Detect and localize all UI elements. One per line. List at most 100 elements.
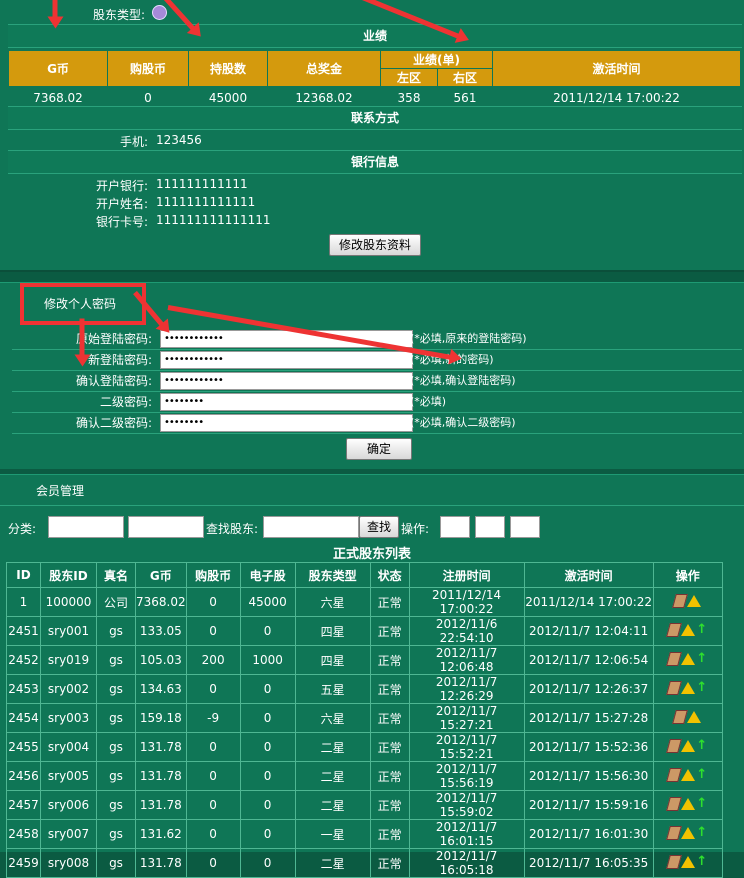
table-cell: gs	[96, 819, 136, 849]
confirm-button[interactable]: 确定	[346, 438, 412, 460]
table-cell: gs	[96, 790, 136, 820]
table-cell: 7368.02	[135, 587, 187, 617]
upgrade-arrow-icon[interactable]: ↑	[696, 855, 707, 868]
new-password-input[interactable]: ••••••••••••	[160, 351, 413, 369]
edit-icon[interactable]	[666, 767, 683, 782]
edit-icon[interactable]	[672, 709, 689, 724]
warning-icon[interactable]	[681, 855, 696, 868]
warning-icon[interactable]	[681, 681, 696, 694]
row-actions	[652, 587, 724, 617]
table-cell: 2012/11/7 15:56:30	[523, 761, 654, 791]
row-actions: ↑	[652, 645, 724, 675]
upgrade-arrow-icon[interactable]: ↑	[696, 681, 707, 694]
table-cell[interactable]: sry019	[40, 645, 97, 675]
edit-icon[interactable]	[666, 680, 683, 695]
warning-icon[interactable]	[687, 594, 702, 607]
category-input-2[interactable]	[128, 516, 204, 538]
edit-icon[interactable]	[666, 622, 683, 637]
table-cell: 公司	[96, 587, 136, 617]
upgrade-arrow-icon[interactable]: ↑	[696, 768, 707, 781]
row-actions: ↑	[652, 761, 724, 791]
table-cell: 2454	[6, 703, 41, 733]
table-cell: 2012/11/7 12:06:54	[523, 645, 654, 675]
profile-panel: 股东类型: 业绩 G币 购股币 持股数 总奖金 业绩(单) 激活时间 左区 右区…	[0, 0, 744, 272]
column-header: ID	[6, 562, 41, 588]
table-cell: 0	[239, 761, 296, 791]
table-row: 2452 sry019 gs 105.03 200 1000 四星 正常 2012/11/7 1…	[6, 645, 724, 675]
operate-label: 操作:	[401, 522, 430, 536]
warning-icon[interactable]	[681, 826, 696, 839]
table-cell: 2012/11/6 22:54:10	[408, 616, 525, 646]
table-cell: 2459	[6, 848, 41, 878]
search-button[interactable]: 查找	[359, 516, 399, 538]
table-cell: 133.05	[135, 616, 187, 646]
edit-icon[interactable]	[666, 854, 683, 869]
member-section-title: 会员管理	[36, 484, 85, 498]
upgrade-arrow-icon[interactable]: ↑	[696, 623, 707, 636]
table-cell[interactable]: sry008	[40, 848, 97, 878]
table-cell: 2012/11/7 15:52:21	[408, 732, 525, 762]
table-cell: 2453	[6, 674, 41, 704]
operate-input-1[interactable]	[440, 516, 470, 538]
bank-name-value: 111111111111	[156, 177, 248, 191]
edit-icon[interactable]	[666, 796, 683, 811]
edit-icon[interactable]	[666, 738, 683, 753]
edit-icon[interactable]	[666, 651, 683, 666]
table-cell[interactable]: sry006	[40, 790, 97, 820]
table-cell: 1	[6, 587, 41, 617]
table-cell: 2012/11/7 16:01:30	[523, 819, 654, 849]
table-cell: 2012/11/7 15:59:16	[523, 790, 654, 820]
category-label: 分类:	[8, 522, 37, 536]
card-number-value: 111111111111111	[156, 213, 271, 227]
warning-icon[interactable]	[681, 652, 696, 665]
search-input[interactable]	[263, 516, 359, 538]
category-input-1[interactable]	[48, 516, 124, 538]
table-cell: 0	[185, 732, 241, 762]
warning-icon[interactable]	[681, 797, 696, 810]
edit-icon[interactable]	[672, 593, 689, 608]
table-cell[interactable]: sry004	[40, 732, 97, 762]
table-cell[interactable]: sry001	[40, 616, 97, 646]
table-cell[interactable]: sry002	[40, 674, 97, 704]
table-cell: gs	[96, 616, 136, 646]
table-cell: 五星	[294, 674, 371, 704]
table-row: 2451 sry001 gs 133.05 0 0 四星 正常 2012/11/6 22:54:…	[6, 616, 724, 646]
table-cell: 2012/11/7 12:04:11	[523, 616, 654, 646]
table-cell: 134.63	[135, 674, 187, 704]
upgrade-arrow-icon[interactable]: ↑	[696, 652, 707, 665]
upgrade-arrow-icon[interactable]: ↑	[696, 797, 707, 810]
upgrade-arrow-icon[interactable]: ↑	[696, 739, 707, 752]
confirm-password-input[interactable]: ••••••••••••	[160, 372, 413, 390]
table-cell: 0	[239, 848, 296, 878]
table-cell[interactable]: sry007	[40, 819, 97, 849]
table-cell: 2012/11/7 15:27:28	[523, 703, 654, 733]
table-cell[interactable]: sry005	[40, 761, 97, 791]
second-password-input[interactable]: ••••••••	[160, 393, 413, 411]
confirm-second-password-input[interactable]: ••••••••	[160, 414, 413, 432]
upgrade-arrow-icon[interactable]: ↑	[696, 826, 707, 839]
table-cell: 0	[239, 674, 296, 704]
table-cell: 正常	[369, 848, 410, 878]
table-cell: 2011/12/14 17:00:22	[523, 587, 654, 617]
operate-input-2[interactable]	[475, 516, 505, 538]
table-cell: 0	[185, 587, 241, 617]
table-cell[interactable]: sry003	[40, 703, 97, 733]
header-buy-coin: 购股币	[107, 50, 189, 87]
row-actions: ↑	[652, 848, 724, 878]
operate-input-3[interactable]	[510, 516, 540, 538]
table-cell: gs	[96, 703, 136, 733]
edit-icon[interactable]	[666, 825, 683, 840]
table-cell: 131.78	[135, 848, 187, 878]
warning-icon[interactable]	[681, 623, 696, 636]
warning-icon[interactable]	[681, 739, 696, 752]
edit-profile-button[interactable]: 修改股东资料	[329, 234, 421, 256]
warning-icon[interactable]	[687, 710, 702, 723]
old-password-hint: (*必填,原来的登陆密码)	[410, 332, 527, 345]
table-cell[interactable]: 100000	[40, 587, 97, 617]
table-cell: 0	[185, 674, 241, 704]
warning-icon[interactable]	[681, 768, 696, 781]
table-cell: 2012/11/7 15:59:02	[408, 790, 525, 820]
table-cell: 159.18	[135, 703, 187, 733]
account-name-value: 1111111111111	[156, 195, 256, 209]
phone-label: 手机:	[119, 135, 148, 149]
